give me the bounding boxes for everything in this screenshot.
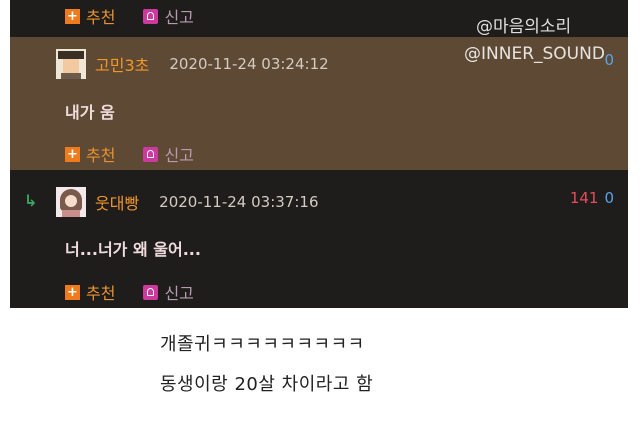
avatar[interactable] [56, 187, 86, 217]
report-button[interactable]: 신고 [143, 280, 194, 304]
comment-date: 2020-11-24 03:24:12 [169, 55, 329, 73]
caption-line-2: 동생이랑 20살 차이라고 함 [160, 374, 374, 395]
comment-body: 내가 움 [65, 103, 115, 122]
recommend-button[interactable]: + 추천 [65, 4, 115, 28]
plus-icon: + [65, 284, 80, 300]
comment-header: 고민3초 2020-11-24 03:24:12 [56, 49, 329, 79]
watermark-handle: @마음의소리 [476, 17, 572, 37]
comment-nickname[interactable]: 고민3초 [95, 52, 149, 76]
comment-nickname[interactable]: 웃대빵 [95, 190, 139, 214]
siren-icon [143, 146, 159, 162]
reply-arrow-icon: ↳ [24, 191, 38, 210]
watermark-handle-en: @INNER_SOUND [464, 44, 605, 64]
comment-header: 웃대빵 2020-11-24 03:37:16 [56, 187, 318, 217]
avatar[interactable] [56, 49, 86, 79]
comment-actions: + 추천 신고 [65, 4, 222, 28]
siren-icon [143, 284, 159, 300]
comment-counts: 141 0 [569, 189, 614, 207]
plus-icon: + [65, 146, 80, 162]
recommend-button[interactable]: + 추천 [65, 142, 115, 166]
plus-icon: + [65, 8, 80, 24]
report-button[interactable]: 신고 [143, 4, 194, 28]
comment-list: + 추천 신고 고민3초 2020-11-24 03:24:12 0 내가 움 … [10, 0, 628, 308]
report-button[interactable]: 신고 [143, 142, 194, 166]
caption-line-1: 개졸귀ㅋㅋㅋㅋㅋㅋㅋㅋㅋ [160, 334, 365, 355]
comment-date: 2020-11-24 03:37:16 [159, 193, 319, 211]
comment-body: 너...너가 왜 울어... [65, 240, 201, 259]
recommend-button[interactable]: + 추천 [65, 280, 115, 304]
comment-reply: ↳ 웃대빵 2020-11-24 03:37:16 141 0 너...너가 왜 … [10, 175, 628, 308]
comment-actions: + 추천 신고 [65, 142, 222, 166]
comment-actions: + 추천 신고 [65, 280, 222, 304]
siren-icon [143, 8, 159, 24]
